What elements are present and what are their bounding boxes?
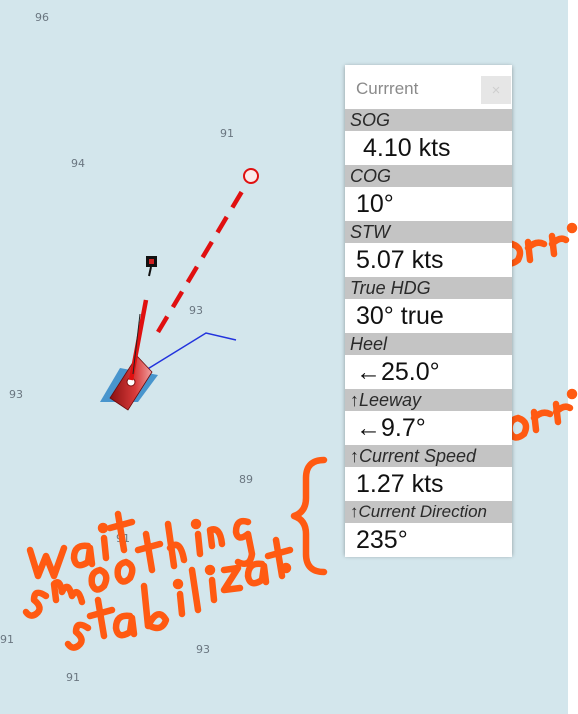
cog-end-marker[interactable] — [243, 168, 259, 184]
field-value-leeway: ←9.7° — [345, 411, 512, 445]
chart-right-edge — [568, 0, 578, 714]
panel-header[interactable]: Currrent × — [345, 65, 512, 109]
field-value-true-hdg: 30° true — [345, 299, 512, 333]
target-marker-icon[interactable] — [146, 256, 157, 277]
close-button[interactable]: × — [481, 76, 511, 104]
field-label-current-speed: ↑Current Speed — [345, 445, 512, 467]
field-value-current-speed: 1.27 kts — [345, 467, 512, 501]
field-value-heel: ←25.0° — [345, 355, 512, 389]
field-value-current-direction: 235° — [345, 523, 512, 557]
field-label-sog: SOG — [345, 109, 512, 131]
field-value-sog: 4.10 kts — [345, 131, 512, 165]
field-value-cog: 10° — [345, 187, 512, 221]
panel-title: Currrent — [356, 79, 419, 98]
field-label-heel: Heel — [345, 333, 512, 355]
field-label-true-hdg: True HDG — [345, 277, 512, 299]
cog-dashed-line — [156, 176, 252, 334]
track-line — [145, 332, 237, 371]
field-label-leeway: ↑Leeway — [345, 389, 512, 411]
current-panel[interactable]: Currrent × SOG 4.10 kts COG 10° STW 5.07… — [345, 65, 512, 557]
field-label-current-direction: ↑Current Direction — [345, 501, 512, 523]
field-label-stw: STW — [345, 221, 512, 243]
field-label-cog: COG — [345, 165, 512, 187]
field-value-stw: 5.07 kts — [345, 243, 512, 277]
